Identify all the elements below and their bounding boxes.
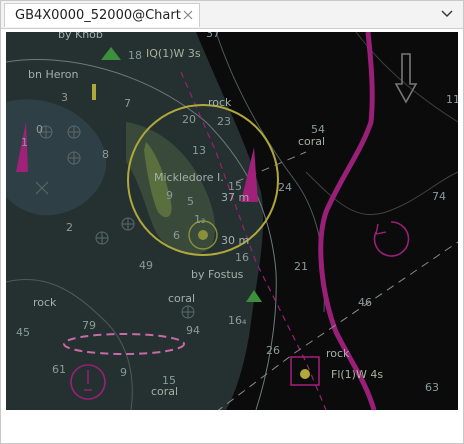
- label-coral-mid: coral: [168, 292, 196, 305]
- label-rock-bottom: rock: [326, 347, 350, 360]
- chart-graphics: [6, 32, 458, 410]
- sounding: 0: [36, 123, 43, 136]
- sounding: 15: [162, 374, 176, 387]
- nautical-chart-map[interactable]: by Knob IQ(1)W 3s bn Heron rock coral 54…: [6, 32, 458, 410]
- sounding: 9: [166, 189, 173, 202]
- sounding: 49: [139, 259, 153, 272]
- sounding: 16: [235, 251, 249, 264]
- label-by-knob: by Knob: [58, 32, 103, 41]
- chevron-down-icon[interactable]: [438, 6, 456, 22]
- sounding: 5: [187, 195, 194, 208]
- tab-bar: GB4X0000_52000@Chart: [1, 1, 463, 29]
- sounding: 79: [82, 319, 96, 332]
- status-area: [6, 410, 458, 442]
- label-30m: 30 m: [221, 234, 250, 247]
- sounding: 6: [173, 229, 180, 242]
- tab-title: GB4X0000_52000@Chart: [15, 8, 181, 23]
- label-bn-heron: bn Heron: [28, 68, 79, 81]
- sounding: 1: [21, 136, 28, 149]
- sounding: 9: [120, 366, 127, 379]
- label-37m: 37 m: [221, 191, 250, 204]
- sounding: 7: [124, 97, 131, 110]
- label-num-54: 54: [311, 123, 325, 136]
- sounding: 46: [358, 296, 372, 309]
- yellow-beacon: [92, 84, 96, 100]
- sounding: 63: [425, 381, 439, 394]
- sounding: 15: [228, 180, 242, 193]
- sounding: 11: [446, 93, 458, 106]
- label-mickledore: Mickledore I.: [154, 171, 224, 184]
- label-rock-left: rock: [33, 296, 57, 309]
- sounding: 8: [102, 148, 109, 161]
- chart-window: GB4X0000_52000@Chart by Knob IQ(1)W 3s b…: [0, 0, 464, 444]
- label-fl-light: Fl(1)W 4s: [331, 368, 384, 381]
- sounding: 61: [52, 363, 66, 376]
- label-coral-right: coral: [298, 135, 326, 148]
- sounding: 2: [66, 221, 73, 234]
- tab-chart[interactable]: GB4X0000_52000@Chart: [4, 3, 200, 27]
- sounding: 3: [61, 91, 68, 104]
- sounding: 16₄: [228, 314, 247, 327]
- sounding: 21: [294, 260, 308, 273]
- sounding: 74: [432, 190, 446, 203]
- label-iq-light: IQ(1)W 3s: [146, 47, 201, 60]
- sounding: 23: [217, 115, 231, 128]
- sounding: 13: [192, 144, 206, 157]
- label-rock-top: rock: [208, 96, 232, 109]
- sounding: 1₂: [194, 213, 206, 226]
- sounding: 20: [182, 113, 196, 126]
- sounding: 18: [128, 49, 142, 62]
- sounding: 24: [278, 181, 292, 194]
- shoal-area: [6, 32, 264, 410]
- label-by-fostus: by Fostus: [191, 268, 244, 281]
- sounding: 37: [206, 32, 220, 40]
- sounding: 45: [16, 326, 30, 339]
- sounding: 94: [186, 324, 200, 337]
- turning-circle: [373, 221, 410, 257]
- sounding: 26: [266, 344, 280, 357]
- close-icon[interactable]: [182, 9, 194, 21]
- label-coral-bottom: coral: [151, 385, 179, 398]
